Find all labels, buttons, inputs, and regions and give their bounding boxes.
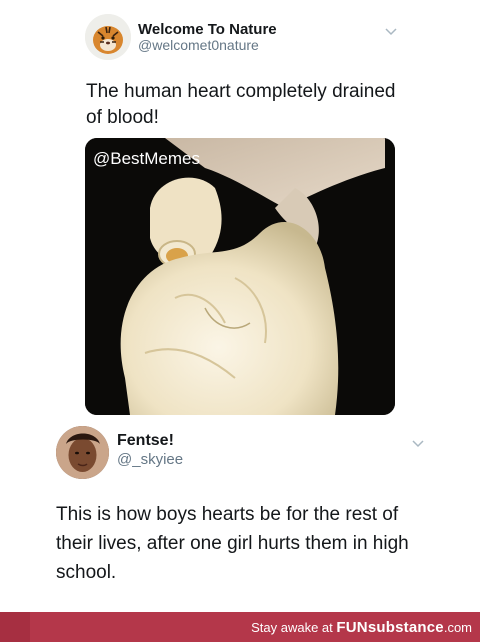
footer-prefix: Stay awake at <box>251 620 337 635</box>
footer-text[interactable]: Stay awake at FUNsubstance.com <box>251 619 472 636</box>
media-watermark: @BestMemes <box>93 149 201 168</box>
tweet-text: The human heart completely drained of bl… <box>86 81 396 128</box>
author-handle[interactable]: @_skyiee <box>117 451 183 468</box>
site-footer-banner[interactable]: Stay awake at FUNsubstance.com <box>0 612 480 642</box>
tweet-media[interactable]: @BestMemes <box>85 138 395 415</box>
tweet-reply: Fentse! @_skyiee This is how boys hearts… <box>0 418 480 612</box>
tiger-avatar[interactable] <box>85 14 131 60</box>
person-avatar[interactable] <box>56 426 109 479</box>
tweet-text: This is how boys hearts be for the rest … <box>56 504 409 583</box>
chevron-down-icon[interactable] <box>384 24 398 38</box>
author-name[interactable]: Welcome To Nature <box>138 21 277 38</box>
author-handle[interactable]: @welcomet0nature <box>138 37 259 53</box>
footer-brand-fun: FUN <box>336 619 368 636</box>
footer-suffix: .com <box>443 620 472 635</box>
footer-edge <box>0 612 30 642</box>
footer-brand-substance: substance <box>367 619 444 636</box>
author-name[interactable]: Fentse! <box>117 432 174 450</box>
chevron-down-icon[interactable] <box>411 436 425 450</box>
tweet-original: Welcome To Nature @welcomet0nature The h… <box>0 0 480 418</box>
heart-image <box>85 138 395 415</box>
